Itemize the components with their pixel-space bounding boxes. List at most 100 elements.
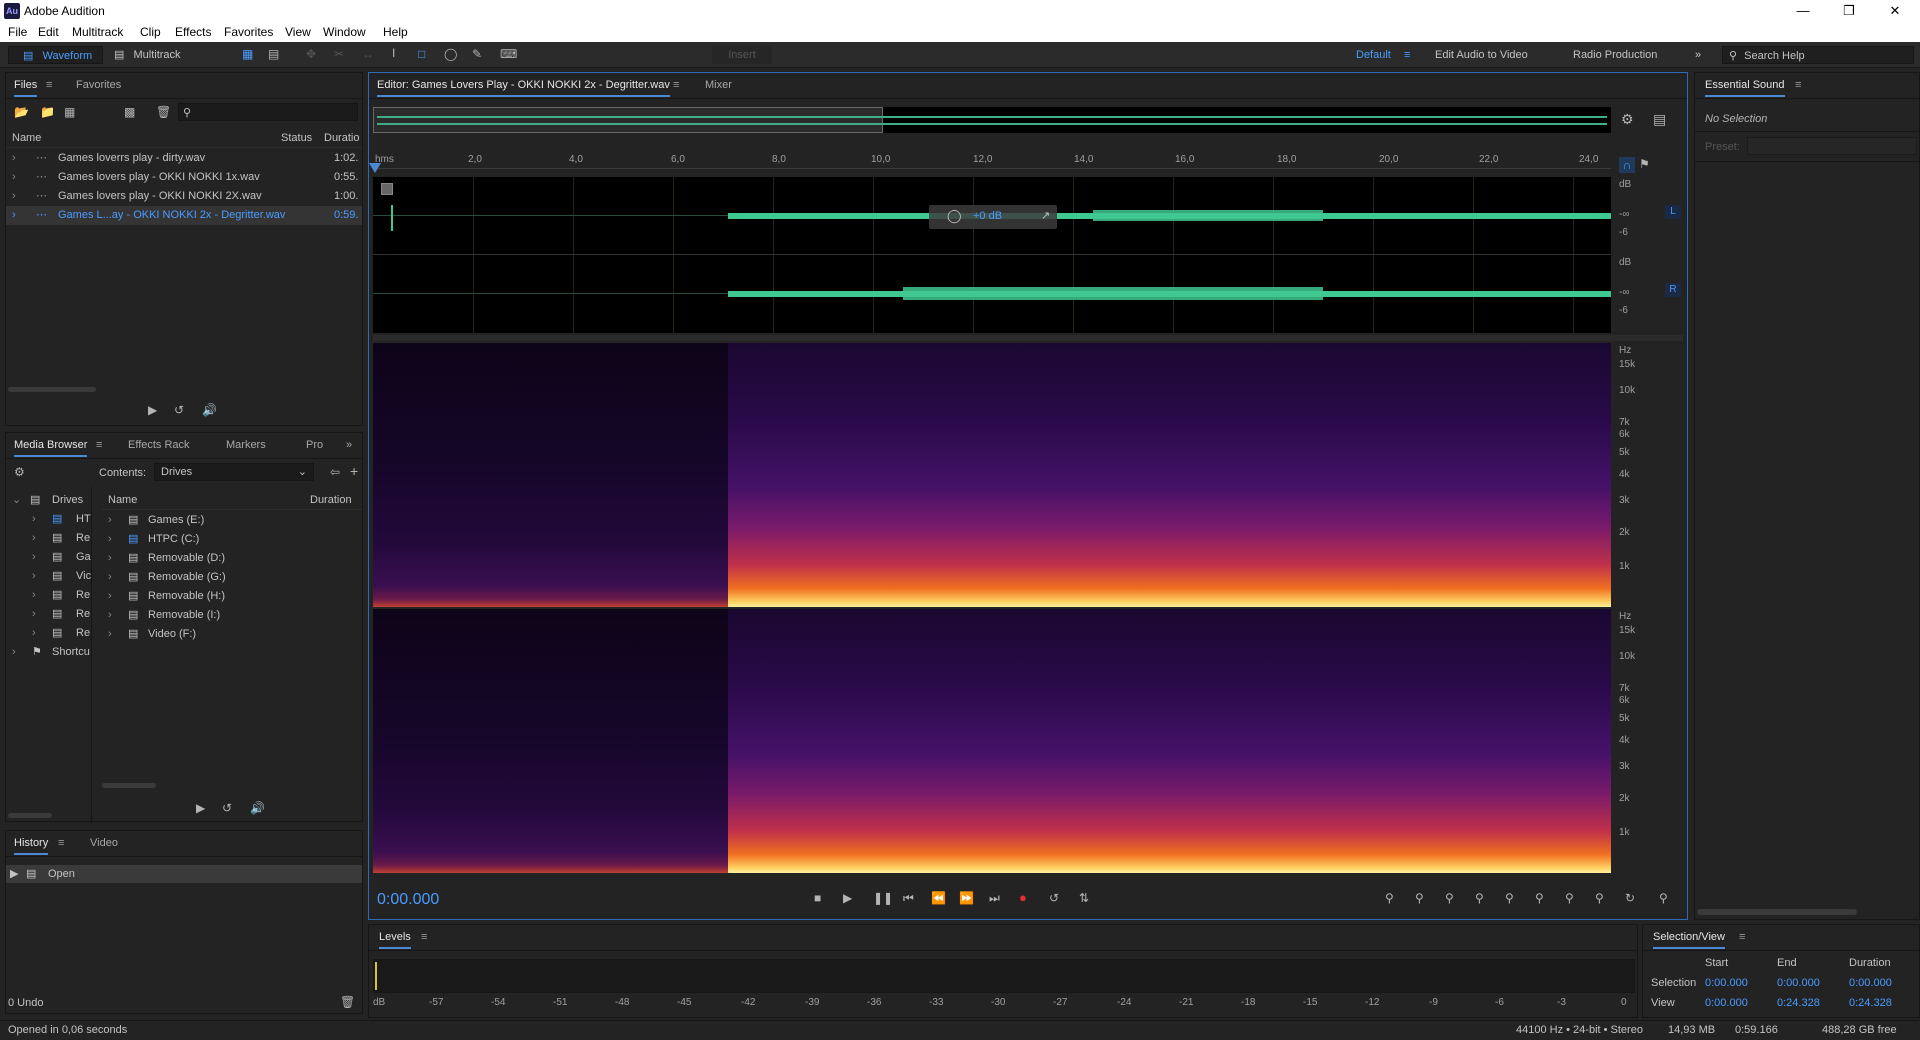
tree-item[interactable]: › ▤ Re (6, 586, 91, 605)
workspace-edit-audio-to-video[interactable]: Edit Audio to Video (1435, 46, 1528, 64)
zoom-in-time-icon[interactable]: ⚲ (1445, 891, 1454, 905)
tab-editor[interactable]: Editor: Games Lovers Play - OKKI NOKKI 2… (377, 79, 670, 97)
tree-item[interactable]: › ▤ Vic (6, 567, 91, 586)
waveform-channel-right[interactable] (373, 255, 1611, 333)
play-icon[interactable]: ▶ (843, 891, 852, 905)
tree-item[interactable]: › ⚑ Shortcu (6, 643, 91, 662)
zoom-reset-icon[interactable]: ↻ (1625, 891, 1635, 905)
drive-row[interactable]: › ▤ Removable (H:) (102, 587, 362, 606)
menu-favorites[interactable]: Favorites (224, 25, 273, 39)
menu-edit[interactable]: Edit (38, 25, 59, 39)
contents-select[interactable]: Drives ⌄ (154, 463, 314, 481)
loop-icon[interactable]: ↺ (174, 403, 184, 417)
marquee-tool-icon[interactable]: □ (418, 47, 425, 61)
new-file-icon[interactable]: ▦ (64, 105, 75, 119)
open-file-icon[interactable]: 📂 (14, 105, 29, 119)
loop-icon[interactable]: ↺ (222, 801, 232, 815)
workspace-radio-production[interactable]: Radio Production (1573, 46, 1657, 64)
tab-levels[interactable]: Levels (379, 931, 411, 949)
fast-forward-icon[interactable]: ⏩ (959, 891, 974, 905)
record-icon[interactable]: ● (1019, 890, 1027, 905)
tree-scrollbar[interactable] (8, 813, 52, 818)
drive-row[interactable]: › ▤ HTPC (C:) (102, 530, 362, 549)
time-ruler[interactable]: hms 2,0 4,0 6,0 8,0 10,0 12,0 14,0 16,0 … (373, 153, 1611, 169)
tab-effects-rack[interactable]: Effects Rack (128, 439, 190, 451)
col-name[interactable]: Name (108, 491, 137, 510)
skip-selection-icon[interactable]: ⇅ (1079, 891, 1089, 905)
tab-properties[interactable]: Pro (306, 439, 323, 451)
expand-icon[interactable]: › (12, 149, 16, 168)
view-duration[interactable]: 0:24.328 (1849, 997, 1892, 1009)
menu-window[interactable]: Window (323, 25, 366, 39)
tab-selection-view[interactable]: Selection/View (1653, 931, 1725, 949)
zoom-out-amplitude-icon[interactable]: ⚲ (1415, 891, 1424, 905)
slip-tool-icon[interactable]: ↔ (362, 47, 374, 61)
channel-r-toggle[interactable]: R (1665, 283, 1681, 297)
selection-view-menu-icon[interactable]: ≡ (1739, 931, 1745, 943)
drive-row[interactable]: › ▤ Removable (D:) (102, 549, 362, 568)
rewind-icon[interactable]: ⏪ (931, 891, 946, 905)
zoom-full-icon[interactable]: ⚲ (1505, 891, 1514, 905)
tree-item[interactable]: › ▤ Ga (6, 548, 91, 567)
tab-video[interactable]: Video (90, 837, 118, 849)
back-icon[interactable]: ⇦ (330, 465, 340, 479)
tab-mixer[interactable]: Mixer (705, 79, 732, 91)
tab-files[interactable]: Files (14, 79, 38, 97)
view-start[interactable]: 0:00.000 (1705, 997, 1748, 1009)
search-help-field[interactable]: ⚲ Search Help (1722, 46, 1914, 64)
essential-sound-scrollbar[interactable] (1697, 909, 1857, 915)
file-row[interactable]: › ⋯ Games lovers play - OKKI NOKKI 2X.wa… (6, 187, 362, 206)
levels-menu-icon[interactable]: ≡ (421, 931, 427, 943)
overview-view-range[interactable] (373, 107, 883, 133)
preset-select[interactable] (1747, 137, 1917, 155)
tab-essential-sound[interactable]: Essential Sound (1705, 79, 1785, 97)
move-tool-icon[interactable]: ✥ (306, 47, 316, 61)
spectral-frequency-icon[interactable]: ▦ (242, 47, 253, 61)
multitrack-button[interactable]: ▤ Multitrack (112, 46, 202, 64)
files-scrollbar[interactable] (8, 387, 96, 392)
current-time-display[interactable]: 0:00.000 (377, 891, 439, 909)
workspace-default[interactable]: Default (1356, 46, 1391, 64)
editor-menu-icon[interactable]: ≡ (673, 79, 679, 91)
zoom-in-amplitude-icon[interactable]: ⚲ (1385, 891, 1394, 905)
menu-effects[interactable]: Effects (175, 25, 211, 39)
history-item[interactable]: ▶ ▤ Open (6, 865, 362, 883)
drive-row[interactable]: › ▤ Games (E:) (102, 511, 362, 530)
maximize-icon[interactable]: ❐ (1826, 0, 1872, 22)
volume-knob-icon[interactable]: ◯ (947, 208, 962, 224)
volume-hud[interactable]: ◯ +0 dB ↗ (929, 205, 1057, 229)
spectrogram-left[interactable] (373, 343, 1611, 607)
files-menu-icon[interactable]: ≡ (46, 79, 52, 91)
tree-item[interactable]: › ▤ HT (6, 510, 91, 529)
razor-tool-icon[interactable]: ✂ (334, 47, 344, 61)
file-row-selected[interactable]: › ⋯ Games L...ay - OKKI NOKKI 2x - Degri… (6, 206, 362, 225)
zoom-out-time-icon[interactable]: ⚲ (1475, 891, 1484, 905)
autoplay-icon[interactable]: 🔊 (202, 403, 217, 417)
waveform-button[interactable]: ▤ Waveform (8, 46, 103, 64)
view-end[interactable]: 0:24.328 (1777, 997, 1820, 1009)
zoom-selection-icon[interactable]: ⚲ (1595, 891, 1604, 905)
drive-row[interactable]: › ▤ Removable (G:) (102, 568, 362, 587)
tab-markers[interactable]: Markers (226, 439, 266, 451)
selection-duration[interactable]: 0:00.000 (1849, 977, 1892, 989)
col-duration[interactable]: Duratio (324, 129, 359, 148)
expand-icon[interactable]: › (12, 168, 16, 187)
files-search-input[interactable]: ⚲ (178, 103, 358, 121)
insert-into-multitrack-icon[interactable]: ▩ (124, 105, 135, 119)
menu-view[interactable]: View (285, 25, 311, 39)
brush-tool-icon[interactable]: ✎ (472, 47, 482, 61)
spectrogram-right[interactable] (373, 609, 1611, 873)
col-duration[interactable]: Duration (310, 491, 352, 510)
zoom-settings-icon[interactable]: ⚙ (1621, 111, 1634, 128)
expand-icon[interactable]: › (12, 206, 16, 225)
tree-item[interactable]: › ▤ Re (6, 529, 91, 548)
snap-icon[interactable]: ∩ (1619, 157, 1635, 173)
healing-tool-icon[interactable]: ⌨ (500, 47, 517, 61)
drives-scrollbar[interactable] (102, 783, 156, 788)
menu-help[interactable]: Help (383, 25, 408, 39)
tree-item[interactable]: › ▤ Re (6, 624, 91, 643)
media-browser-menu-icon[interactable]: ≡ (96, 439, 102, 451)
selection-start[interactable]: 0:00.000 (1705, 977, 1748, 989)
more-workspaces-icon[interactable]: » (1695, 46, 1701, 64)
view-divider[interactable] (373, 335, 1683, 341)
